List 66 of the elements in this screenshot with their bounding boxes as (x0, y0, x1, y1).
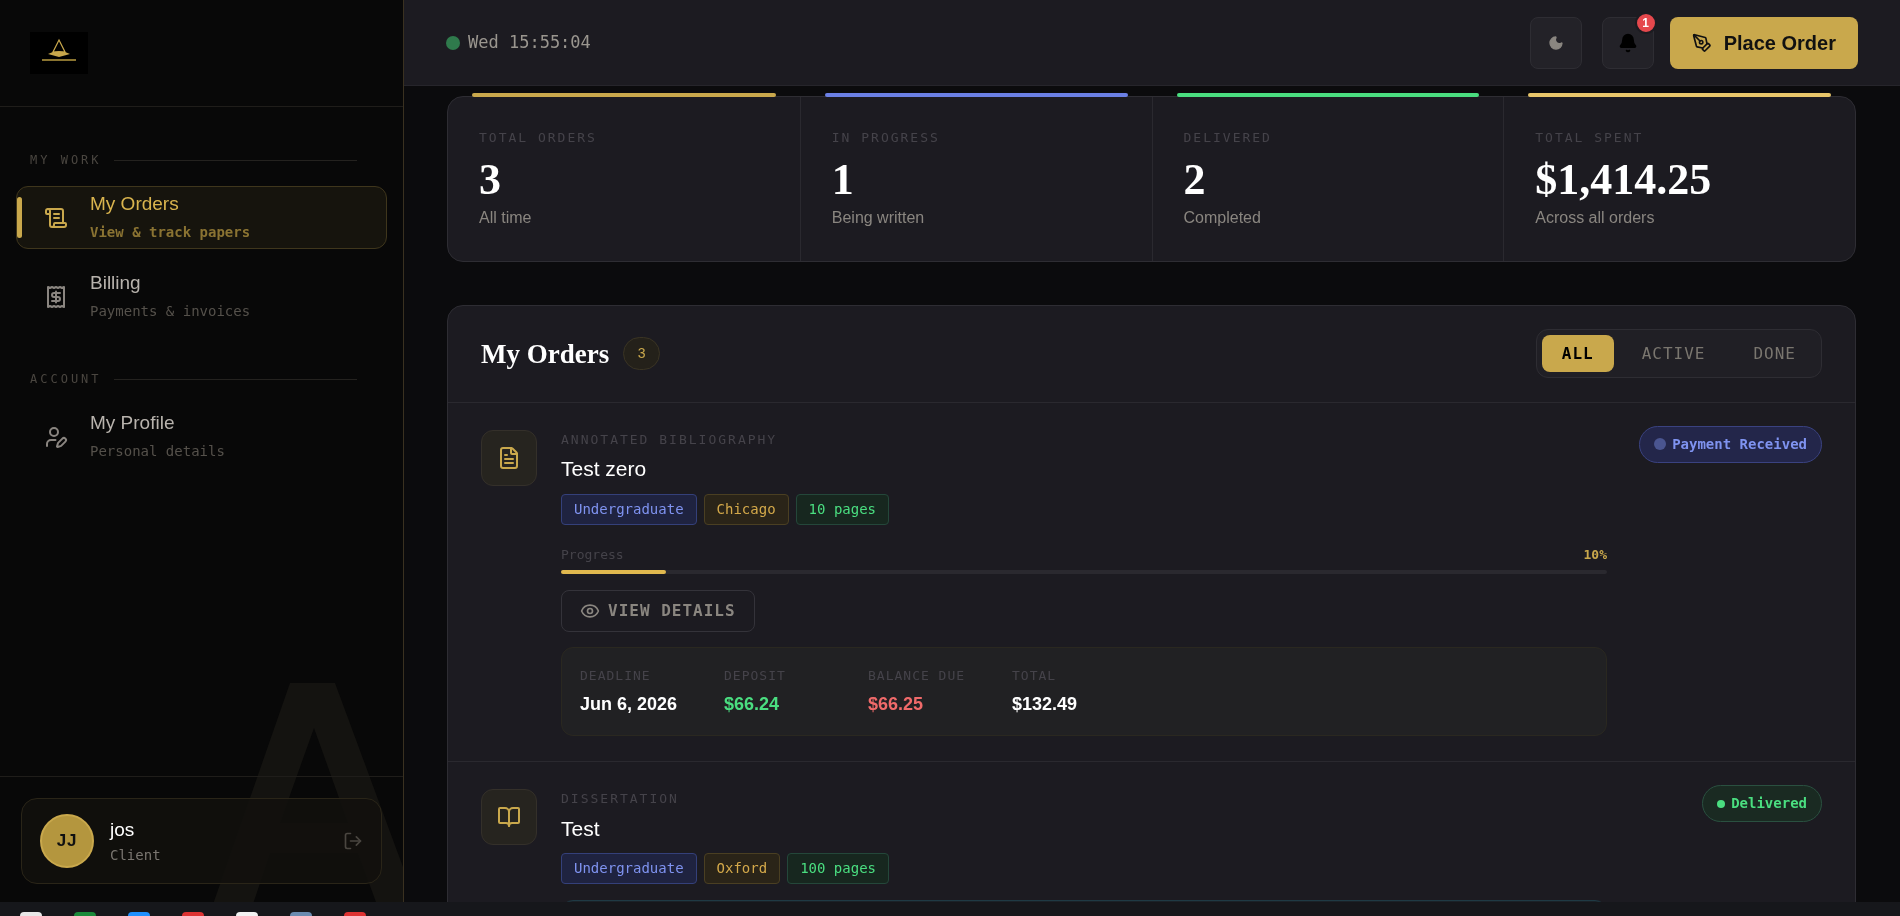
order-tag: Oxford (703, 853, 781, 885)
order-title: Test zero (561, 456, 648, 483)
avatar: JJ (40, 814, 94, 868)
order-title: Test (561, 815, 601, 842)
taskbar-app-icon[interactable] (290, 912, 312, 916)
user-role: Client (110, 845, 162, 865)
stat-note: Across all orders (1535, 207, 1656, 228)
bell-icon (1617, 32, 1638, 53)
taskbar-app-icon[interactable] (20, 912, 42, 916)
logo (30, 32, 88, 74)
moon-icon (1547, 34, 1564, 51)
view-details-button[interactable]: VIEW DETAILS (561, 590, 755, 633)
filter-tab[interactable]: ALL (1541, 335, 1614, 373)
order-tag: 100 pages (787, 853, 889, 885)
order-tag: Chicago (703, 493, 789, 525)
status-badge: Payment Received (1639, 425, 1822, 463)
orders-count: 3 (623, 337, 661, 371)
detail-value: $66.25 (868, 693, 925, 717)
clock: Wed 15:55:04 (468, 30, 591, 54)
order-tag: Undergraduate (561, 493, 697, 525)
filter-tab[interactable]: DONE (1733, 335, 1816, 373)
user-name: jos (110, 818, 136, 843)
filter-tab[interactable]: ACTIVE (1621, 335, 1726, 373)
stat-note: Being written (831, 207, 926, 228)
taskbar-app-icon[interactable] (128, 912, 150, 916)
stat-note: Completed (1183, 207, 1262, 228)
progress-reading: 10% (1583, 545, 1607, 564)
nav-label: Billing (90, 271, 142, 295)
pen-icon (1691, 32, 1712, 53)
orders-title: My Orders (481, 337, 610, 371)
receipt-icon (44, 284, 68, 309)
notifications-button[interactable]: 1 (1601, 16, 1654, 69)
nav-item[interactable]: My Orders View & track papers (16, 186, 387, 249)
theme-toggle-button[interactable] (1529, 16, 1582, 69)
section-heading: MY WORK (30, 152, 102, 169)
user-edit-icon (44, 424, 68, 449)
detail-value: $66.24 (724, 693, 781, 717)
stat-value: 1 (831, 155, 855, 204)
taskbar-app-icon[interactable] (344, 912, 366, 916)
stat-note: All time (479, 207, 533, 228)
book-icon (497, 805, 521, 830)
taskbar-app-icon[interactable] (236, 912, 258, 916)
stat-value: 3 (479, 155, 502, 204)
detail-value: Jun 6, 2026 (580, 693, 679, 717)
order-tag: 10 pages (795, 493, 890, 525)
place-order-button[interactable]: Place Order (1669, 16, 1858, 69)
nav-subtitle: Personal details (90, 441, 225, 461)
detail-value: $132.49 (1012, 693, 1079, 717)
status-badge: Delivered (1702, 785, 1822, 823)
section-heading: ACCOUNT (30, 371, 102, 388)
user-card[interactable]: JJ jos Client (21, 798, 382, 884)
order-tag: Undergraduate (561, 853, 697, 885)
taskbar-app-icon[interactable] (182, 912, 204, 916)
nav-item[interactable]: My Profile Personal details (16, 405, 387, 468)
logout-icon[interactable] (343, 831, 363, 851)
document-icon (497, 445, 521, 470)
stat-value: $1,414.25 (1535, 155, 1713, 204)
nav-subtitle: Payments & invoices (90, 301, 251, 321)
nav-item[interactable]: Billing Payments & invoices (16, 265, 387, 328)
nav-label: My Orders (90, 192, 180, 216)
stat-value: 2 (1183, 155, 1207, 204)
notification-badge: 1 (1634, 11, 1657, 34)
scroll-icon (44, 205, 68, 230)
taskbar-app-icon[interactable] (74, 912, 96, 916)
nav-label: My Profile (90, 411, 176, 435)
nav-subtitle: View & track papers (90, 222, 251, 242)
